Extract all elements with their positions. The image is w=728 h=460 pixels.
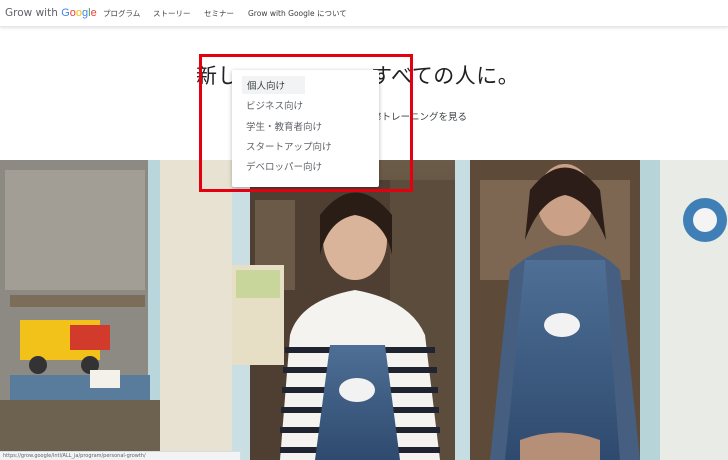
nav-stories[interactable]: ストーリー xyxy=(153,8,191,19)
grow-with-google-logo[interactable]: Grow with Google xyxy=(5,7,97,19)
logo-letter-g: G xyxy=(61,7,70,19)
nav-seminars[interactable]: セミナー xyxy=(204,8,234,19)
nav-about[interactable]: Grow with Google について xyxy=(248,8,347,19)
logo-text: Grow with xyxy=(5,7,62,19)
nav-program[interactable]: プログラム xyxy=(103,8,140,19)
browser-status-url: https://grow.google/intl/ALL_ja/program/… xyxy=(0,451,241,460)
hero-photo xyxy=(0,160,728,460)
highlight-box xyxy=(199,54,413,192)
logo-letter-e: e xyxy=(90,7,97,19)
site-header: Grow with Google プログラム ストーリー セミナー Grow w… xyxy=(0,0,728,27)
shop-photo-illustration xyxy=(0,160,728,460)
